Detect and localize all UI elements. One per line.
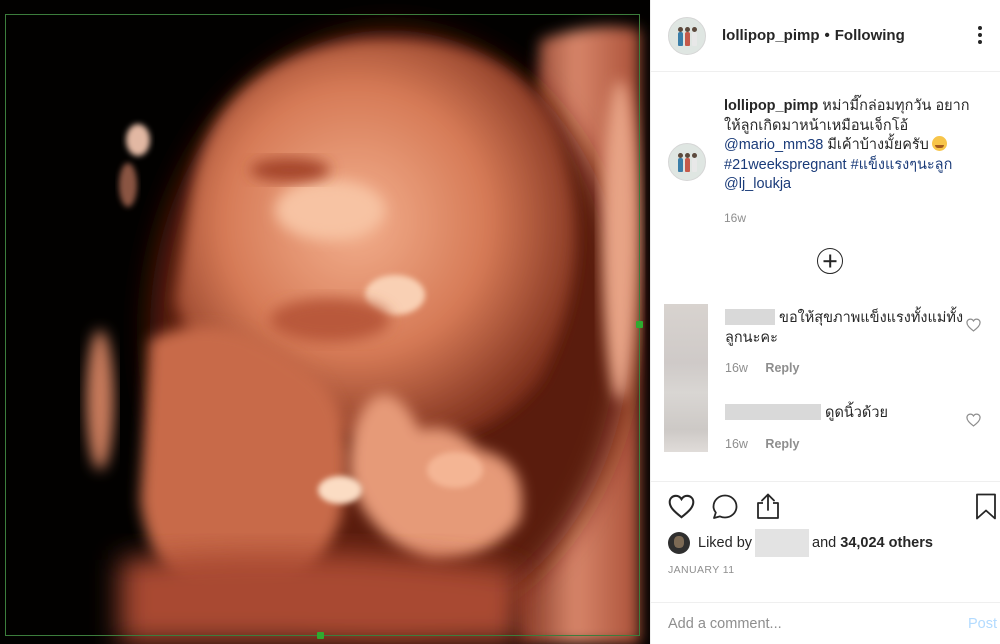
comment-timestamp[interactable]: 16w [725,361,748,375]
comment-timestamp[interactable]: 16w [725,437,748,451]
likes-count[interactable]: 34,024 others [840,535,933,551]
avatar[interactable] [664,304,708,452]
comment-input[interactable] [668,616,948,632]
caption: lollipop_pimp หม่ามี๊กล่อมทุกวัน อยากให้… [668,97,974,228]
plus-circle-icon[interactable] [817,248,843,274]
redacted-username[interactable] [755,529,810,557]
post-button[interactable]: Post [968,616,997,632]
post-sidebar: lollipop_pimp • Following lollipop_pimp … [650,0,1000,644]
caption-avatar[interactable] [668,143,706,181]
reply-button[interactable]: Reply [765,437,799,451]
avatar[interactable] [668,532,690,554]
reply-button[interactable]: Reply [765,361,799,375]
grinning-face-emoji-icon [931,136,947,151]
redacted-username[interactable] [725,404,821,420]
caption-mention[interactable]: @lj_loukja [724,176,791,192]
post-media[interactable] [0,0,650,644]
caption-text-after: มีเค้าบ้างมั้ยครับ [827,137,929,153]
header-username[interactable]: lollipop_pimp [722,27,820,44]
avatar[interactable] [668,16,706,55]
likes-summary: Liked by and 34,024 others [668,529,933,557]
comments-list[interactable]: lollipop_pimp หม่ามี๊กล่อมทุกวัน อยากให้… [651,73,1000,481]
caption-timestamp[interactable]: 16w [724,209,974,229]
likes-and-label: and [812,535,837,551]
hashtag-link[interactable]: #แข็งแรงๆนะลูก [851,157,953,173]
heart-icon[interactable] [966,318,981,332]
ultrasound-image [0,0,650,644]
liked-by-label: Liked by [698,535,753,551]
post-actions: Liked by and 34,024 others JANUARY 11 Po… [651,481,1000,644]
add-comment-bar: Post [651,602,1000,644]
bookmark-icon[interactable] [975,493,997,520]
heart-icon[interactable] [966,413,981,427]
post-header: lollipop_pimp • Following [651,0,1000,72]
share-icon[interactable] [755,492,781,520]
redacted-username[interactable] [725,309,775,325]
follow-button[interactable]: Following [835,27,905,44]
comment-bubble-icon[interactable] [711,493,739,521]
caption-mention[interactable]: @mario_mm38 [724,137,823,153]
header-separator: • [824,27,830,44]
list-item: ขอให้สุขภาพแข็งแรงทั้งแม่ทั้งลูกนะคะ 16w… [725,309,975,375]
comment-text: ดูดนิ้วด้วย [825,405,888,421]
hashtag-link[interactable]: #21weekspregnant [724,157,847,173]
frame-handle-right[interactable] [636,321,643,328]
more-horizontal-icon[interactable] [976,26,984,44]
caption-username[interactable]: lollipop_pimp [724,98,818,114]
like-heart-icon[interactable] [668,494,695,519]
post-date[interactable]: JANUARY 11 [668,564,734,576]
list-item: ดูดนิ้วด้วย 16w Reply [725,404,975,451]
frame-handle-bottom[interactable] [317,632,324,639]
